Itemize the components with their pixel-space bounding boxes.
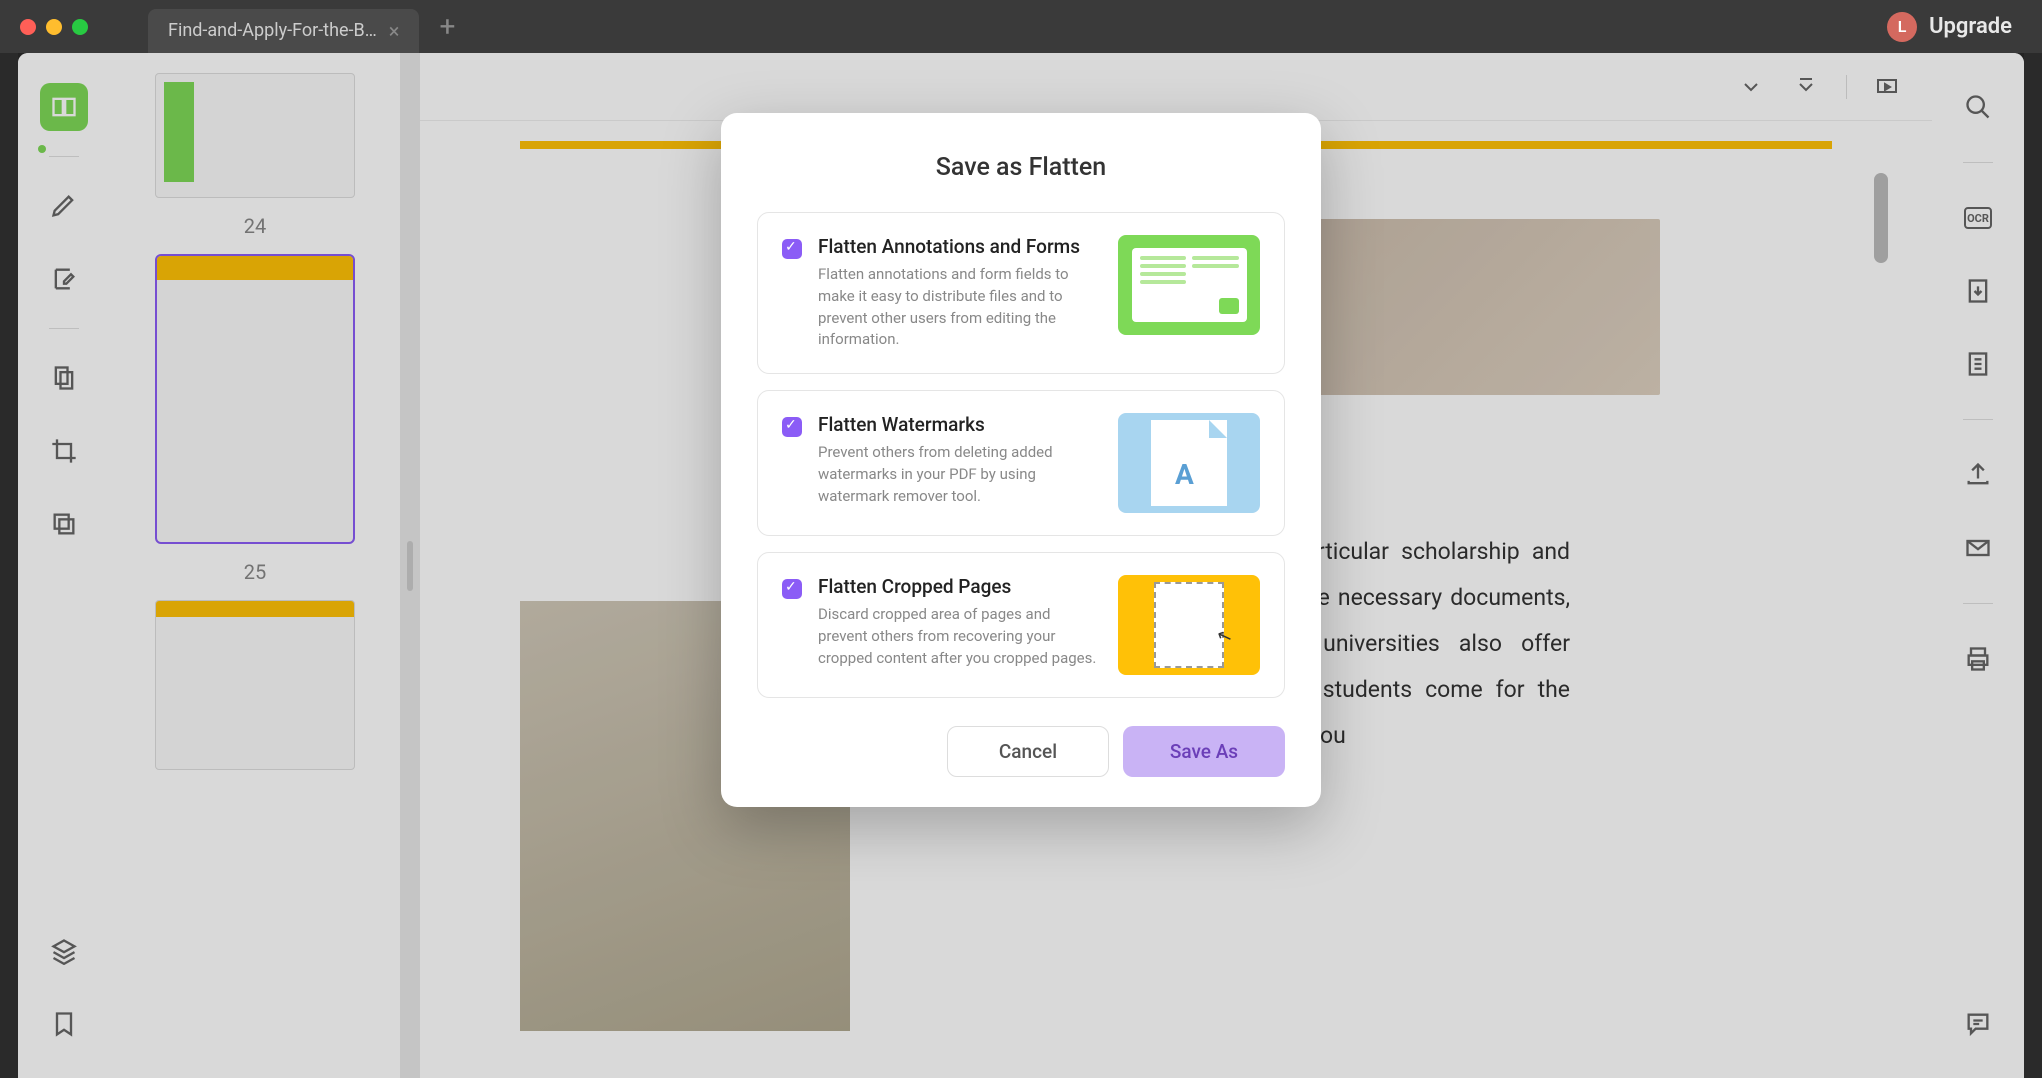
- option-flatten-annotations[interactable]: Flatten Annotations and Forms Flatten an…: [757, 212, 1285, 374]
- modal-backdrop[interactable]: Save as Flatten Flatten Annotations and …: [18, 53, 2024, 1078]
- maximize-window[interactable]: [72, 19, 88, 35]
- avatar[interactable]: L: [1887, 12, 1917, 42]
- new-tab-button[interactable]: +: [439, 10, 455, 43]
- option-description: Prevent others from deleting added water…: [818, 442, 1102, 507]
- option-title: Flatten Watermarks: [818, 413, 1102, 436]
- main-area: 24 25 1 Start Preparations Once you have…: [18, 53, 2024, 1078]
- option-flatten-watermarks[interactable]: Flatten Watermarks Prevent others from d…: [757, 390, 1285, 536]
- cancel-button[interactable]: Cancel: [947, 726, 1109, 777]
- close-window[interactable]: [20, 19, 36, 35]
- close-tab-icon[interactable]: ×: [389, 19, 400, 43]
- option-title: Flatten Annotations and Forms: [818, 235, 1102, 258]
- annotations-illustration: [1118, 235, 1260, 335]
- window-controls: [20, 19, 88, 35]
- checkbox-watermarks[interactable]: [782, 417, 802, 437]
- upgrade-button[interactable]: Upgrade: [1929, 14, 2012, 39]
- checkbox-cropped[interactable]: [782, 579, 802, 599]
- tab-title: Find-and-Apply-For-the-B…: [168, 20, 377, 41]
- option-flatten-cropped[interactable]: Flatten Cropped Pages Discard cropped ar…: [757, 552, 1285, 698]
- option-title: Flatten Cropped Pages: [818, 575, 1102, 598]
- document-tab[interactable]: Find-and-Apply-For-the-B… ×: [148, 9, 419, 53]
- modal-actions: Cancel Save As: [757, 726, 1285, 777]
- minimize-window[interactable]: [46, 19, 62, 35]
- option-description: Discard cropped area of pages and preven…: [818, 604, 1102, 669]
- save-flatten-modal: Save as Flatten Flatten Annotations and …: [721, 113, 1321, 807]
- cropped-illustration: ↖: [1118, 575, 1260, 675]
- modal-title: Save as Flatten: [757, 153, 1285, 182]
- titlebar: Find-and-Apply-For-the-B… × + L Upgrade: [0, 0, 2042, 53]
- option-description: Flatten annotations and form fields to m…: [818, 264, 1102, 351]
- checkbox-annotations[interactable]: [782, 239, 802, 259]
- watermarks-illustration: A: [1118, 413, 1260, 513]
- save-as-button[interactable]: Save As: [1123, 726, 1285, 777]
